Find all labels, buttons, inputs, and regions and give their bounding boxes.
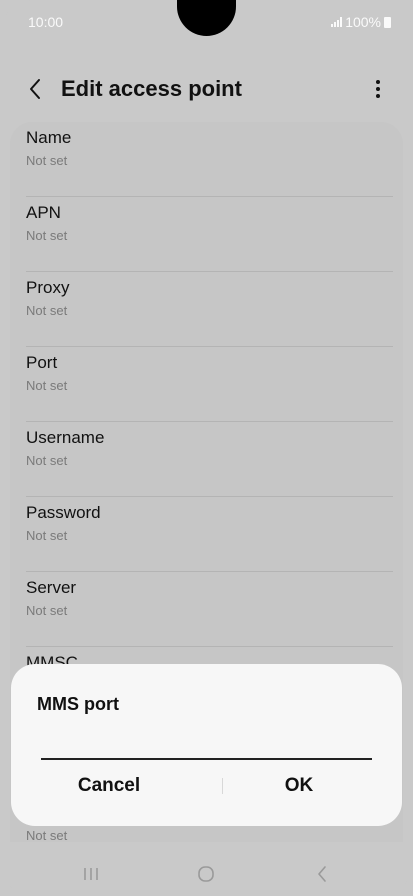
home-button[interactable] [186, 860, 226, 888]
list-item-port[interactable]: Port Not set [26, 347, 393, 422]
list-item-server[interactable]: Server Not set [26, 572, 393, 647]
nav-back-button[interactable] [302, 860, 342, 888]
recents-icon [84, 868, 98, 880]
recents-button[interactable] [71, 860, 111, 888]
mms-port-dialog: MMS port Cancel OK [11, 664, 402, 826]
item-label: Proxy [26, 278, 70, 297]
item-value: Not set [26, 528, 68, 543]
device-screen: 10:00 100% Edit access point Name Not se… [0, 0, 413, 896]
list-item-password[interactable]: Password Not set [26, 497, 393, 572]
item-label: Port [26, 353, 58, 372]
back-button[interactable] [20, 74, 50, 104]
battery-icon [384, 16, 391, 28]
item-label: Server [26, 578, 77, 597]
nav-back-icon [318, 866, 326, 882]
app-bar: Edit access point [0, 60, 413, 118]
dialog-title: MMS port [37, 694, 119, 714]
item-value: Not set [26, 228, 68, 243]
more-options-button[interactable] [365, 74, 391, 104]
item-value: Not set [26, 153, 68, 168]
page-title: Edit access point [61, 76, 242, 101]
status-time: 10:00 [28, 14, 64, 30]
more-vertical-icon [376, 80, 380, 84]
battery-percent: 100% [345, 14, 381, 30]
item-value: Not set [26, 453, 68, 468]
list-item-apn[interactable]: APN Not set [26, 197, 393, 272]
item-label: Username [26, 428, 105, 447]
home-icon [198, 866, 214, 882]
list-item-username[interactable]: Username Not set [26, 422, 393, 497]
mms-port-input[interactable] [41, 736, 372, 760]
cancel-button[interactable]: Cancel [19, 766, 199, 806]
item-label: APN [26, 203, 61, 222]
item-value: Not set [26, 828, 68, 843]
item-value: Not set [26, 603, 68, 618]
list-item-name[interactable]: Name Not set [26, 122, 393, 197]
item-value: Not set [26, 378, 68, 393]
item-label: Password [26, 503, 101, 522]
item-label: Name [26, 128, 72, 147]
navigation-bar [0, 852, 413, 896]
signal-icon [331, 17, 343, 27]
item-value: Not set [26, 303, 68, 318]
chevron-left-icon [30, 79, 40, 99]
list-item-proxy[interactable]: Proxy Not set [26, 272, 393, 347]
status-indicators: 100% [331, 14, 391, 30]
ok-button[interactable]: OK [209, 766, 389, 806]
